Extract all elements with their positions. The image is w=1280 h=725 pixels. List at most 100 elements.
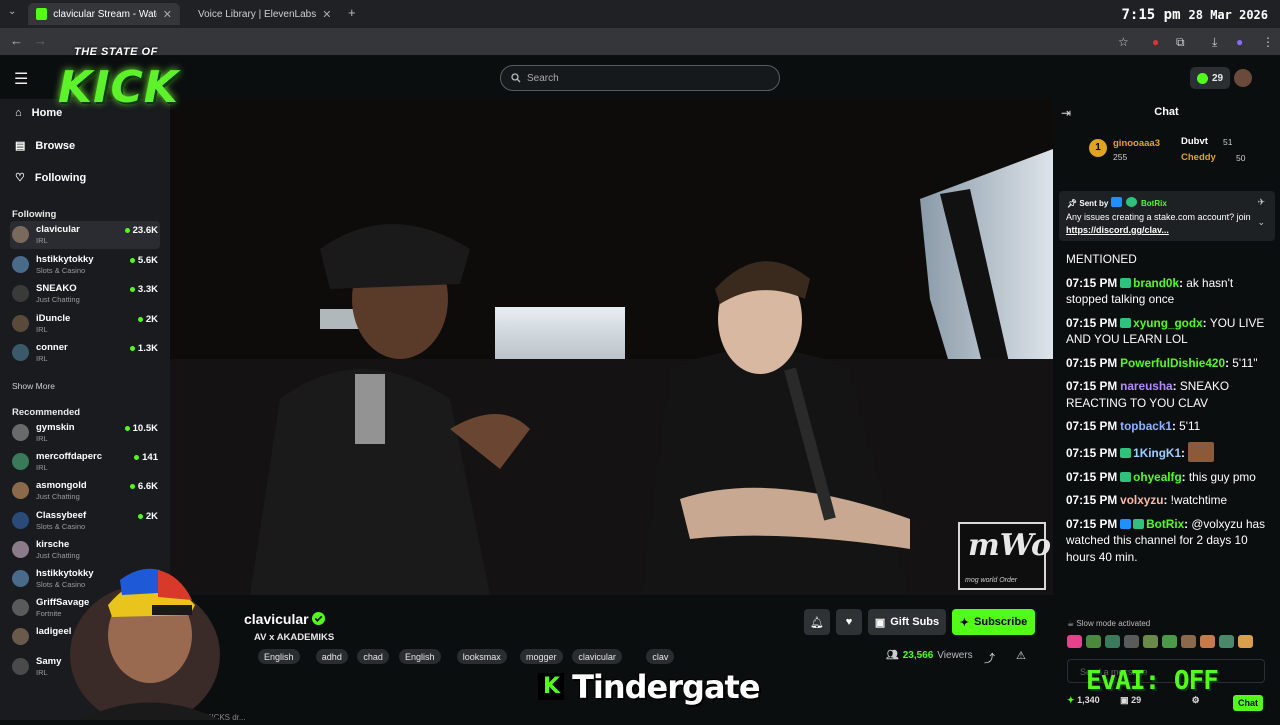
- extension-icon[interactable]: ●: [1152, 35, 1159, 49]
- message-time: 07:15 PM: [1066, 315, 1118, 330]
- back-icon[interactable]: ←: [10, 33, 23, 48]
- gift-subs-button[interactable]: ▣ Gift Subs: [868, 609, 946, 635]
- sidebar-channel[interactable]: Classybeef Slots & Casino 2K: [10, 507, 160, 535]
- pinned-link[interactable]: https://discord.gg/clav...: [1066, 225, 1169, 235]
- sidebar-channel[interactable]: asmongold Just Chatting 6.6K: [10, 477, 160, 505]
- kick-coins-badge[interactable]: 29: [1190, 67, 1231, 89]
- watermark-big: mWo: [968, 528, 1051, 563]
- message-username[interactable]: 1KingK1: [1133, 446, 1181, 460]
- profile-icon[interactable]: ●: [1236, 35, 1243, 49]
- hamburger-menu-icon[interactable]: ☰: [14, 69, 28, 89]
- message-username[interactable]: BotRix: [1146, 517, 1184, 531]
- chat-panel: ⇥ Chat 1 ginooaaa3 255 Dubvt 51 Cheddy 5…: [1053, 99, 1280, 720]
- message-username[interactable]: nareusha: [1120, 379, 1172, 393]
- pinned-sender[interactable]: BotRix: [1141, 199, 1167, 208]
- message-username[interactable]: volxyzu: [1120, 493, 1163, 507]
- channel-avatar: [12, 628, 29, 646]
- sidebar-channel[interactable]: hstikkytokky Slots & Casino 5.6K: [10, 251, 160, 279]
- settings-gear-icon[interactable]: ⚙: [1192, 695, 1200, 705]
- emote-icon: [1188, 441, 1215, 462]
- stream-tag[interactable]: clavicular: [572, 649, 622, 664]
- nav-following-label: Following: [34, 171, 87, 184]
- streamer-name[interactable]: clavicular: [244, 611, 309, 627]
- gift-subs-label: Gift Subs: [890, 616, 940, 628]
- share-icon[interactable]: ⤴: [984, 650, 995, 666]
- stream-tag[interactable]: clav: [646, 649, 675, 664]
- stream-tag[interactable]: looksmax: [456, 649, 507, 664]
- sidebar-channel[interactable]: clavicular IRL 23.6K: [10, 221, 160, 249]
- extensions-puzzle-icon[interactable]: ⧉: [1176, 35, 1185, 50]
- nav-following[interactable]: ♡ Following: [15, 171, 87, 185]
- heart-icon: ♥: [845, 616, 853, 628]
- emote-icon[interactable]: [1162, 635, 1177, 648]
- video-player[interactable]: [170, 99, 1053, 595]
- nav-browse[interactable]: ▤ Browse: [15, 139, 75, 153]
- emote-icon[interactable]: [1105, 635, 1120, 648]
- stream-tag[interactable]: adhd: [315, 649, 348, 664]
- follow-heart-button[interactable]: ♥: [836, 609, 862, 635]
- sidebar-channel[interactable]: gymskin IRL 10.5K: [10, 419, 160, 447]
- tab-title: clavicular Stream - Watch Live o: [53, 8, 157, 20]
- message-username[interactable]: PowerfulDishie420: [1120, 356, 1225, 370]
- emote-icon[interactable]: [1200, 635, 1215, 648]
- stream-tag[interactable]: chad: [357, 649, 389, 664]
- message-colon: :: [1181, 445, 1189, 460]
- chat-message: 07:15 PM ohyealfg: this guy pmo: [1066, 469, 1272, 486]
- mwo-watermark: mWo mog world Order: [958, 522, 1051, 590]
- tab-close-icon[interactable]: ✕: [163, 8, 172, 21]
- live-dot-icon: [124, 426, 130, 431]
- chat-message: 07:15 PM PowerfulDishie420: 5'11": [1066, 355, 1272, 372]
- emote-icon[interactable]: [1143, 635, 1158, 648]
- emote-icon[interactable]: [1086, 635, 1101, 648]
- subscribe-button[interactable]: ✦ Subscribe: [952, 609, 1035, 635]
- rank-one-badge: 1: [1089, 139, 1107, 157]
- message-text: 5'11": [1232, 355, 1258, 370]
- tab-close-icon[interactable]: ✕: [322, 8, 331, 21]
- user-avatar[interactable]: [1234, 69, 1252, 87]
- live-dot-icon: [129, 287, 135, 292]
- message-username[interactable]: brand0k: [1133, 276, 1179, 290]
- emote-icon[interactable]: [1238, 635, 1253, 648]
- message-colon: :: [1172, 379, 1180, 393]
- sidebar-channel[interactable]: SNEAKO Just Chatting 3.3K: [10, 280, 160, 308]
- channel-name: Classybeef: [36, 509, 87, 521]
- report-icon[interactable]: ⚠: [1016, 649, 1026, 662]
- tab-search-icon[interactable]: ⌄: [8, 6, 16, 17]
- message-username[interactable]: topback1: [1120, 419, 1172, 433]
- menu-kebab-icon[interactable]: ⋮: [1262, 35, 1274, 49]
- emote-icon[interactable]: [1124, 635, 1139, 648]
- sidebar-channel[interactable]: iDuncle IRL 2K: [10, 310, 160, 338]
- search-input[interactable]: Search: [500, 65, 780, 91]
- message-username[interactable]: ohyealfg: [1133, 470, 1182, 484]
- show-more-link[interactable]: Show More: [12, 381, 55, 391]
- emote-icon[interactable]: [1067, 635, 1082, 648]
- message-colon: :: [1181, 469, 1189, 484]
- message-time: 07:15 PM: [1066, 445, 1118, 460]
- message-time: 07:15 PM: [1066, 379, 1118, 393]
- stream-tag[interactable]: English: [399, 649, 441, 664]
- send-chat-button[interactable]: Chat: [1233, 695, 1263, 711]
- sidebar-channel[interactable]: mercoffdaperc IRL 141: [10, 448, 160, 476]
- channel-category: IRL: [36, 354, 48, 363]
- coins-count: 29: [1212, 72, 1224, 84]
- emote-icon[interactable]: [1219, 635, 1234, 648]
- leader-first-score: 255: [1113, 152, 1128, 162]
- stream-tag[interactable]: English: [258, 649, 300, 664]
- new-tab-button[interactable]: +: [348, 5, 356, 20]
- notification-bell-button[interactable]: 🔔︎: [804, 609, 830, 635]
- expand-chevron-icon[interactable]: ⌄: [1257, 217, 1265, 228]
- stream-tag[interactable]: mogger: [520, 649, 563, 664]
- download-icon[interactable]: ⤓: [1212, 35, 1217, 50]
- sidebar-channel[interactable]: conner IRL 1.3K: [10, 339, 160, 367]
- bookmark-star-icon[interactable]: ☆: [1118, 35, 1129, 49]
- unpin-icon[interactable]: ✈: [1257, 197, 1265, 208]
- streamer-webcam: [40, 535, 250, 725]
- emote-icon[interactable]: [1181, 635, 1196, 648]
- tab-clavicular[interactable]: clavicular Stream - Watch Live o ✕: [28, 3, 180, 25]
- channel-avatar: [12, 540, 29, 558]
- message-username[interactable]: xyung_godx: [1133, 316, 1202, 330]
- tab-elevenlabs[interactable]: Voice Library | ElevenLabs ✕: [184, 3, 336, 25]
- live-dot-icon: [129, 484, 135, 490]
- slow-mode-notice: ☕︎ Slow mode activated: [1067, 619, 1151, 628]
- pinned-message[interactable]: 📌︎ Sent by BotRix ✈ ⌄ Any issues creatin…: [1059, 191, 1275, 241]
